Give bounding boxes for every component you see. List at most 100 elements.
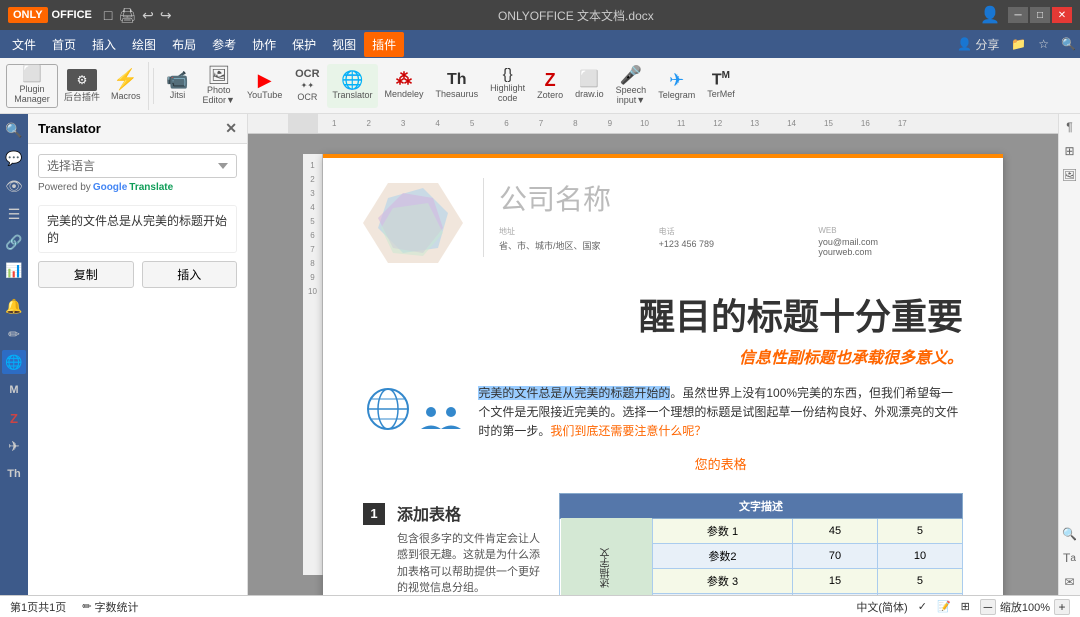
youtube-label: YouTube — [247, 91, 282, 101]
backend-icon: ⚙ — [67, 69, 97, 91]
menu-layout[interactable]: 布局 — [164, 32, 204, 57]
termef-button[interactable]: TM TerMef — [702, 64, 740, 108]
left-icon-search[interactable]: 🔍 — [2, 118, 26, 142]
menu-plugin[interactable]: 插件 — [364, 32, 404, 57]
word-count-status[interactable]: ✏ 字数统计 — [82, 599, 138, 615]
address-value: 省、市、城市/地区、国家 — [499, 239, 644, 252]
draw-io-button[interactable]: ⬜ draw.io — [570, 64, 609, 108]
share-icon: 👤 — [957, 37, 972, 51]
menu-draw[interactable]: 绘图 — [124, 32, 164, 57]
jitsi-button[interactable]: 📹 Jitsi — [160, 64, 196, 108]
macros-button[interactable]: ⚡ Macros — [106, 64, 146, 108]
thesaurus-label: Thesaurus — [436, 90, 479, 100]
view-mode-status[interactable]: ⊞ — [961, 600, 970, 613]
table-cell: 参数 1 — [652, 518, 792, 543]
right-icon-text[interactable]: Ta — [1061, 549, 1079, 567]
right-icon-zoom[interactable]: 🔍 — [1061, 525, 1079, 543]
star-icon[interactable]: ☆ — [1038, 37, 1049, 51]
ocr-button[interactable]: OCR✦✦ OCR — [289, 64, 325, 108]
language-select[interactable]: 选择语言 — [38, 154, 237, 178]
plugin-manager-button[interactable]: ⬜ PluginManager — [6, 64, 58, 108]
page-info[interactable]: 第1页共1页 — [10, 599, 66, 615]
section-body: 包含很多字的文件肯定会让人感到很无趣。这就是为什么添加表格可以帮助提供一个更好的… — [397, 531, 543, 595]
left-icon-link[interactable]: 🔗 — [2, 230, 26, 254]
table-cell: 5 — [877, 593, 962, 595]
mendeley-button[interactable]: ⁂ Mendeley — [380, 64, 429, 108]
left-icon-comments[interactable]: 💬 — [2, 146, 26, 170]
table-cell: 参数 4 — [652, 593, 792, 595]
body-text-content: 完美的文件总是从完美的标题开始的。虽然世界上没有100%完美的东西，但我们希望每… — [478, 384, 963, 473]
table-cell: 70 — [793, 543, 878, 568]
translator-panel: Translator ✕ 选择语言 Powered by Google Tran… — [28, 114, 248, 595]
table-cell: 35 — [793, 593, 878, 595]
insert-button[interactable]: 插入 — [142, 261, 238, 288]
menu-insert[interactable]: 插入 — [84, 32, 124, 57]
folder-icon[interactable]: 📁 — [1011, 37, 1026, 51]
left-icon-zotero[interactable]: Z — [2, 406, 26, 430]
titlebar-icon-1[interactable]: □ — [104, 7, 112, 23]
google-text: Google — [93, 182, 127, 193]
speech-input-button[interactable]: 🎤 Speechinput▼ — [611, 64, 652, 108]
titlebar-icon-4[interactable]: ↪ — [160, 7, 172, 24]
menu-ref[interactable]: 参考 — [204, 32, 244, 57]
web-value1: you@mail.com — [818, 237, 963, 247]
menu-file[interactable]: 文件 — [4, 32, 44, 57]
app-logo: ONLY OFFICE — [8, 7, 92, 23]
panel-close-button[interactable]: ✕ — [225, 120, 237, 137]
vertical-ruler: 1 2 3 4 5 6 7 8 9 10 — [303, 154, 323, 575]
language-status[interactable]: 中文(简体) — [856, 599, 907, 615]
left-icon-bell[interactable]: 🔔 — [2, 294, 26, 318]
table-cell: 参数 3 — [652, 568, 792, 593]
numbered-table-section: 1 添加表格 包含很多字的文件肯定会让人感到很无趣。这就是为什么添加表格可以帮助… — [363, 485, 963, 595]
youtube-button[interactable]: ▶ YouTube — [242, 64, 287, 108]
minimize-button[interactable]: ─ — [1008, 7, 1028, 23]
menu-protect[interactable]: 保护 — [284, 32, 324, 57]
jitsi-label: Jitsi — [170, 91, 186, 101]
titlebar-icon-2[interactable]: 🖨 — [118, 7, 136, 24]
right-icon-para[interactable]: ¶ — [1061, 118, 1079, 136]
menu-home[interactable]: 首页 — [44, 32, 84, 57]
zoom-out-button[interactable]: ─ — [980, 599, 996, 615]
window-buttons[interactable]: ─ □ ✕ — [1008, 7, 1072, 23]
left-icon-mendeley[interactable]: M — [2, 378, 26, 402]
left-icon-nav[interactable]: ☰ — [2, 202, 26, 226]
zoom-in-button[interactable]: + — [1054, 599, 1070, 615]
left-icon-edit[interactable]: ✏ — [2, 322, 26, 346]
main-area: 🔍 💬 👁 ☰ 🔗 📊 🔔 ✏ 🌐 M Z ✈ Th Translator ✕ … — [0, 114, 1080, 595]
spell-check-status[interactable]: ✓ — [918, 600, 927, 613]
right-icon-table[interactable]: ⊞ — [1061, 142, 1079, 160]
left-icon-view[interactable]: 👁 — [2, 174, 26, 198]
phone-value: +123 456 789 — [659, 239, 804, 249]
share-label: 分享 — [975, 36, 999, 53]
menu-collab[interactable]: 协作 — [244, 32, 284, 57]
table-header: 文字描述 — [560, 493, 963, 518]
menu-view[interactable]: 视图 — [324, 32, 364, 57]
highlight-code-button[interactable]: {} Highlightcode — [485, 64, 530, 108]
photo-editor-button[interactable]: 🖼 PhotoEditor▼ — [198, 64, 240, 108]
left-icon-telegram[interactable]: ✈ — [2, 434, 26, 458]
maximize-button[interactable]: □ — [1030, 7, 1050, 23]
titlebar-icon-3[interactable]: ↩ — [142, 7, 154, 24]
section-number: 1 — [363, 503, 385, 525]
telegram-button[interactable]: ✈ Telegram — [653, 64, 700, 108]
track-changes-status[interactable]: 📝 — [937, 600, 951, 613]
right-icon-image[interactable]: 🖼 — [1061, 166, 1079, 184]
left-icon-translate[interactable]: 🌐 — [2, 350, 26, 374]
left-icon-termef[interactable]: Th — [2, 462, 26, 486]
highlight-code-label: Highlightcode — [490, 84, 525, 104]
backend-plugin-button[interactable]: ⚙ 后台插件 — [59, 64, 105, 108]
table-side-label: 述描字文 — [560, 518, 653, 595]
search-icon[interactable]: 🔍 — [1061, 37, 1076, 51]
mendeley-icon: ⁂ — [396, 72, 412, 88]
translator-button[interactable]: 🌐 Translator — [327, 64, 377, 108]
zotero-button[interactable]: Z Zotero — [532, 64, 568, 108]
thesaurus-button[interactable]: Th Thesaurus — [431, 64, 484, 108]
document-scroll[interactable]: 1 2 3 4 5 6 7 8 9 10 — [248, 134, 1058, 595]
table-title: 您的表格 — [695, 457, 747, 472]
panel-header: Translator ✕ — [28, 114, 247, 144]
right-icon-mail[interactable]: ✉ — [1061, 573, 1079, 591]
share-button[interactable]: 👤 分享 — [957, 36, 999, 53]
close-button[interactable]: ✕ — [1052, 7, 1072, 23]
copy-button[interactable]: 复制 — [38, 261, 134, 288]
left-icon-chart[interactable]: 📊 — [2, 258, 26, 282]
